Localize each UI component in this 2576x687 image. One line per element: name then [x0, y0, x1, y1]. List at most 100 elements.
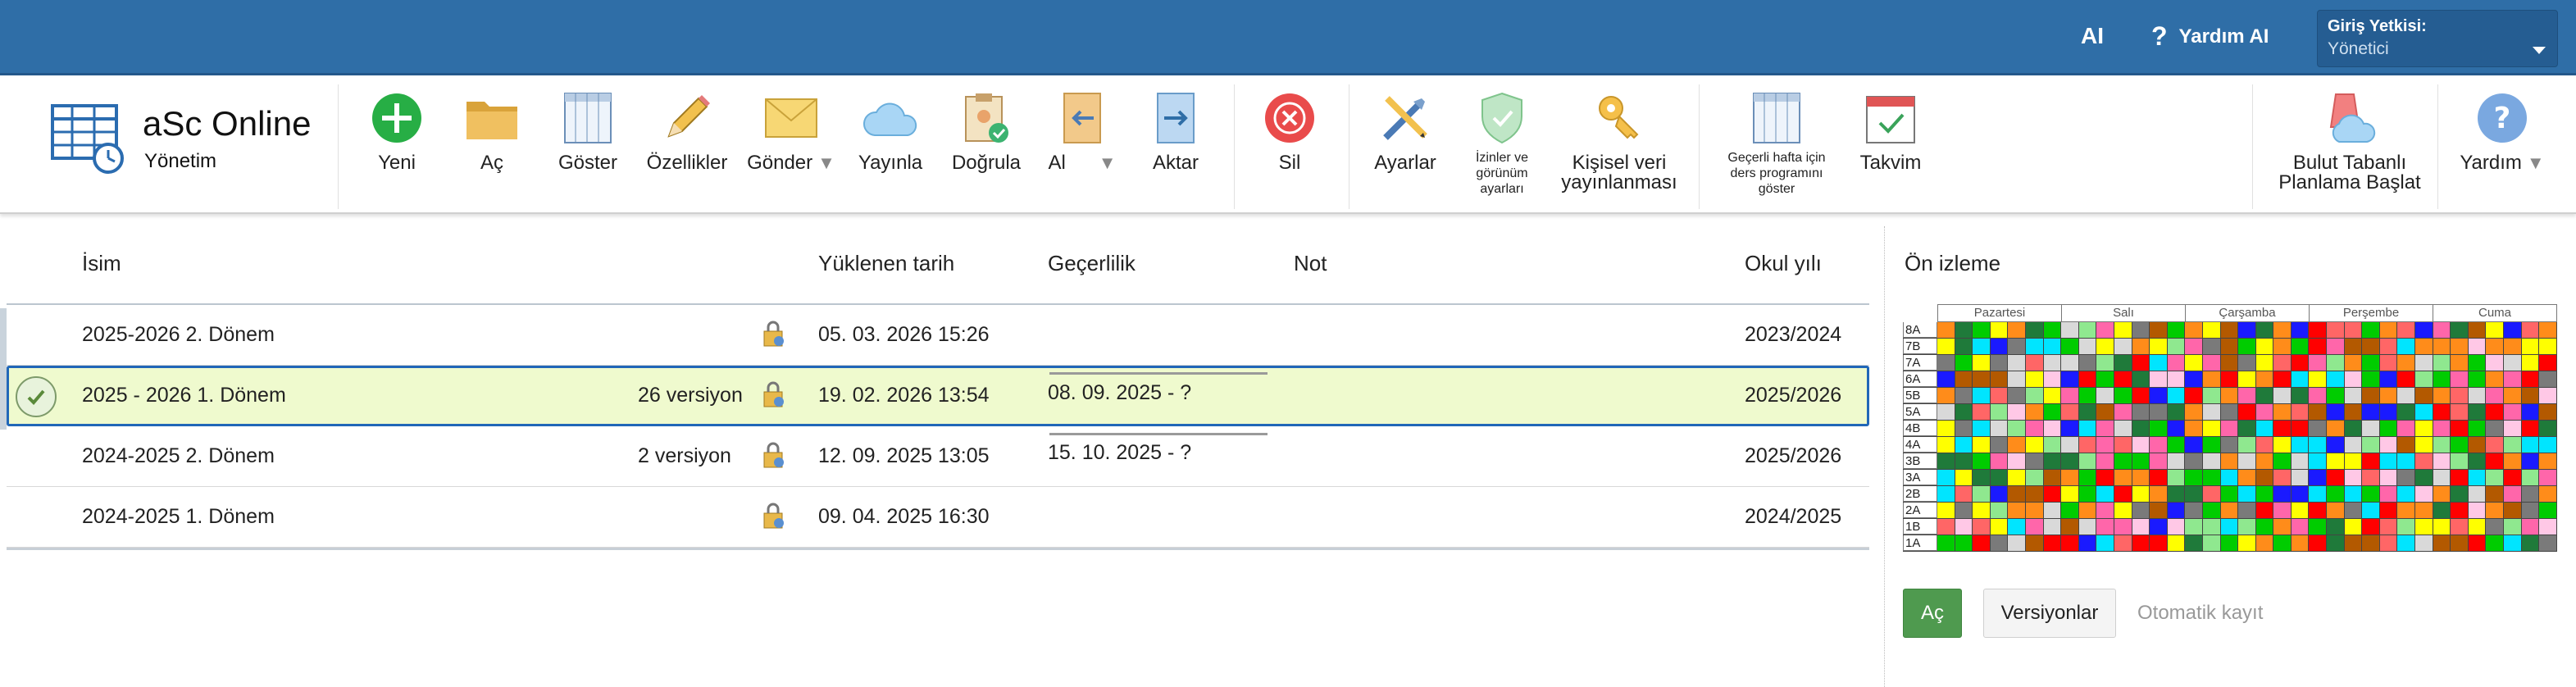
table-row[interactable]: 2025-2026 2. Dönem 05. 03. 2026 15:26 20…: [7, 305, 1869, 366]
lesson-cell: [2309, 421, 2328, 436]
lesson-cell: [2291, 503, 2310, 518]
header-validity[interactable]: Geçerlilik: [1048, 251, 1136, 276]
header-uploaded[interactable]: Yüklenen tarih: [818, 251, 954, 276]
row-name: 2025-2026 2. Dönem: [82, 323, 275, 346]
versions-button[interactable]: Versiyonlar: [1983, 589, 2116, 638]
lesson-cell: [2291, 453, 2310, 469]
lesson-cell: [2504, 519, 2522, 535]
lesson-cell: [2238, 519, 2256, 535]
lesson-cell: [2078, 404, 2097, 420]
day-header: Salı: [2062, 304, 2186, 322]
show-label: Göster: [558, 152, 618, 174]
lesson-cell: [2539, 388, 2557, 403]
header-name[interactable]: İsim: [82, 251, 121, 276]
lesson-cell: [2344, 470, 2363, 485]
lesson-cell: [2132, 437, 2150, 453]
lock-user-icon[interactable]: [761, 320, 785, 353]
row-versions[interactable]: 2 versiyon: [638, 444, 731, 468]
lesson-cell: [2327, 437, 2345, 453]
lesson-cell: [2167, 388, 2186, 403]
lesson-cell: [2468, 470, 2487, 485]
lesson-cell: [2309, 503, 2328, 518]
lock-user-icon[interactable]: [761, 380, 785, 414]
lesson-cell: [2327, 486, 2345, 502]
lesson-cell: [2415, 404, 2433, 420]
ai-button[interactable]: AI: [2081, 23, 2104, 49]
close-circle-icon: [1261, 89, 1318, 147]
class-row: 8A: [1903, 322, 2557, 339]
open-button-preview[interactable]: Aç: [1903, 589, 1962, 638]
lock-user-icon[interactable]: [761, 441, 785, 475]
lesson-cell: [2539, 470, 2557, 485]
delete-button[interactable]: Sil: [1232, 89, 1347, 173]
lesson-cell: [2061, 371, 2079, 387]
lesson-cell: [1973, 388, 1991, 403]
lesson-cell: [2025, 470, 2044, 485]
validity-bar: [1049, 433, 1268, 435]
lesson-cell: [2415, 453, 2433, 469]
lesson-cell: [2061, 503, 2079, 518]
lesson-cell: [1990, 421, 2009, 436]
lesson-cell: [2167, 355, 2186, 371]
lesson-cell: [1955, 371, 1973, 387]
login-role-select[interactable]: Giriş Yetkisi: Yönetici: [2317, 10, 2558, 67]
lesson-cell: [2539, 519, 2557, 535]
lesson-cell: [2397, 486, 2416, 502]
lesson-cell: [2451, 519, 2469, 535]
show-button[interactable]: Göster: [530, 89, 645, 173]
class-row: 1B: [1903, 519, 2557, 535]
lesson-cell: [2433, 388, 2451, 403]
chevron-down-icon: [2533, 47, 2546, 54]
permissions-button[interactable]: İzinler ve görünüm ayarları: [1445, 89, 1559, 198]
lesson-cell: [2061, 322, 2079, 338]
lesson-cell: [2539, 486, 2557, 502]
personal-data-button[interactable]: Kişisel veri yayınlanması: [1550, 89, 1689, 193]
lesson-cell: [2273, 388, 2292, 403]
lesson-cell: [2078, 322, 2097, 338]
table-row-selected[interactable]: 2025 - 2026 1. Dönem 26 versiyon 19. 02.…: [7, 366, 1869, 426]
dropdown-arrow-icon[interactable]: ▼: [1099, 152, 1117, 173]
lesson-cell: [2521, 421, 2540, 436]
lesson-cell: [2202, 486, 2221, 502]
list-bottom-border: [7, 548, 1869, 550]
dropdown-arrow-icon[interactable]: ▼: [2527, 152, 2545, 173]
calendar-button[interactable]: Takvim: [1833, 89, 1948, 173]
lesson-cell: [2415, 371, 2433, 387]
lesson-cell: [2008, 371, 2026, 387]
cloud-icon: [862, 89, 919, 147]
lesson-cell: [2167, 437, 2186, 453]
header-school-year[interactable]: Okul yılı: [1745, 251, 1822, 276]
properties-button[interactable]: Özellikler: [630, 89, 744, 173]
cloud-planning-button[interactable]: Bulut Tabanlı Planlama Başlat: [2260, 89, 2440, 193]
row-school-year: 2025/2026: [1745, 384, 1842, 407]
lesson-cell: [2397, 388, 2416, 403]
lesson-cell: [1973, 322, 1991, 338]
week-schedule-button[interactable]: Geçerli hafta için ders programını göste…: [1719, 89, 1834, 198]
help-button[interactable]: ? Yardım ▼: [2445, 89, 2560, 173]
lesson-cell: [2397, 503, 2416, 518]
timetable-preview[interactable]: Pazartesi Salı Çarşamba Perşembe Cuma 8A 7B 7A…: [1903, 304, 2557, 552]
class-label: 1A: [1903, 535, 1937, 551]
lesson-cell: [2220, 388, 2239, 403]
lesson-cell: [2397, 535, 2416, 551]
lesson-cell: [2521, 355, 2540, 371]
row-versions[interactable]: 26 versiyon: [638, 384, 743, 407]
lock-user-icon[interactable]: [761, 502, 785, 535]
lesson-cell: [2132, 503, 2150, 518]
table-row[interactable]: 2024-2025 1. Dönem 09. 04. 2025 16:30 20…: [7, 487, 1869, 548]
lesson-cell: [2521, 519, 2540, 535]
lesson-cell: [2309, 371, 2328, 387]
help-ai-button[interactable]: ? Yardım AI: [2151, 21, 2269, 52]
lesson-cell: [2185, 486, 2203, 502]
table-row[interactable]: 2024-2025 2. Dönem 2 versiyon 12. 09. 20…: [7, 426, 1869, 487]
export-button[interactable]: Aktar: [1118, 89, 1233, 173]
send-button[interactable]: Gönder ▼: [734, 89, 849, 173]
autosave-link[interactable]: Otomatik kayıt: [2137, 602, 2263, 625]
header-note[interactable]: Not: [1294, 251, 1327, 276]
lesson-cell: [2379, 322, 2398, 338]
lesson-cell: [2255, 437, 2274, 453]
class-row: 3B: [1903, 453, 2557, 470]
lesson-cell: [2238, 339, 2256, 354]
lesson-cell: [2379, 339, 2398, 354]
lesson-cell: [2291, 404, 2310, 420]
